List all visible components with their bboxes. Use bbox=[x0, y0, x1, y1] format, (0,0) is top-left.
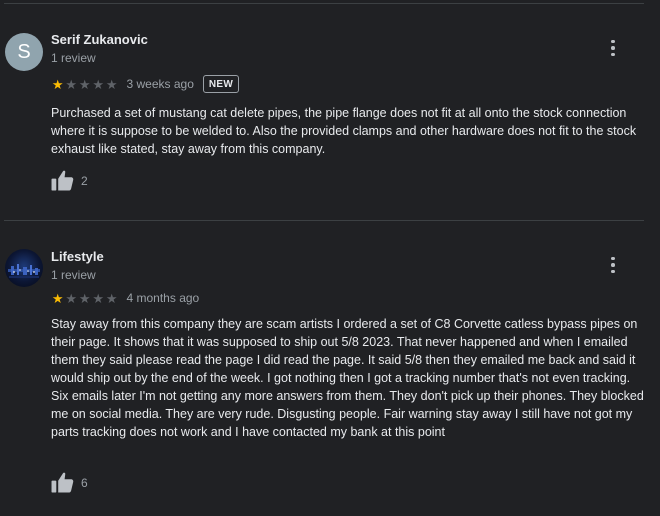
like-button[interactable]: 6 bbox=[51, 472, 88, 493]
reviewer-name[interactable]: Serif Zukanovic bbox=[51, 32, 148, 47]
like-button[interactable]: 2 bbox=[51, 170, 88, 191]
more-vert-icon bbox=[611, 39, 615, 44]
like-count: 6 bbox=[81, 475, 88, 490]
more-options-button[interactable] bbox=[604, 37, 622, 59]
star-empty-icon: ★ bbox=[105, 76, 118, 92]
more-vert-icon-dot bbox=[611, 269, 615, 274]
more-vert-icon-dot bbox=[611, 52, 615, 57]
star-filled-icon: ★ bbox=[51, 76, 64, 92]
reviews-panel: S Serif Zukanovic 1 review ★ ★ ★ ★ ★ 3 w… bbox=[0, 0, 660, 516]
star-rating: ★ ★ ★ ★ ★ bbox=[51, 78, 119, 91]
star-empty-icon: ★ bbox=[78, 76, 91, 92]
review-text: Stay away from this company they are sca… bbox=[51, 317, 644, 439]
avatar-letter: S bbox=[17, 40, 31, 63]
star-empty-icon: ★ bbox=[78, 290, 91, 306]
more-options-button[interactable] bbox=[604, 254, 622, 276]
divider bbox=[4, 220, 644, 221]
review-time: 3 weeks ago bbox=[126, 77, 194, 91]
thumb-up-icon bbox=[51, 170, 74, 191]
more-vert-icon-dot bbox=[611, 46, 615, 50]
star-empty-icon: ★ bbox=[65, 290, 78, 306]
star-empty-icon: ★ bbox=[92, 290, 105, 306]
star-empty-icon: ★ bbox=[92, 76, 105, 92]
star-rating: ★ ★ ★ ★ ★ bbox=[51, 292, 119, 305]
review-time: 4 months ago bbox=[126, 291, 200, 305]
reviewer-name[interactable]: Lifestyle bbox=[51, 249, 104, 264]
more-vert-icon-dot bbox=[611, 263, 615, 267]
review-text: Purchased a set of mustang cat delete pi… bbox=[51, 106, 637, 156]
like-count: 2 bbox=[81, 173, 88, 188]
new-badge: NEW bbox=[202, 75, 240, 93]
avatar[interactable] bbox=[5, 249, 43, 287]
reviewer-review-count: 1 review bbox=[51, 268, 96, 282]
rating-row: ★ ★ ★ ★ ★ 3 weeks ago NEW bbox=[51, 75, 240, 93]
star-empty-icon: ★ bbox=[65, 76, 78, 92]
more-vert-icon bbox=[611, 256, 615, 261]
thumb-up-icon bbox=[51, 472, 74, 493]
avatar-image bbox=[8, 264, 40, 278]
avatar[interactable]: S bbox=[5, 33, 43, 71]
star-filled-icon: ★ bbox=[51, 290, 64, 306]
divider bbox=[4, 3, 644, 4]
reviewer-review-count: 1 review bbox=[51, 51, 96, 65]
rating-row: ★ ★ ★ ★ ★ 4 months ago bbox=[51, 289, 199, 307]
star-empty-icon: ★ bbox=[105, 290, 118, 306]
